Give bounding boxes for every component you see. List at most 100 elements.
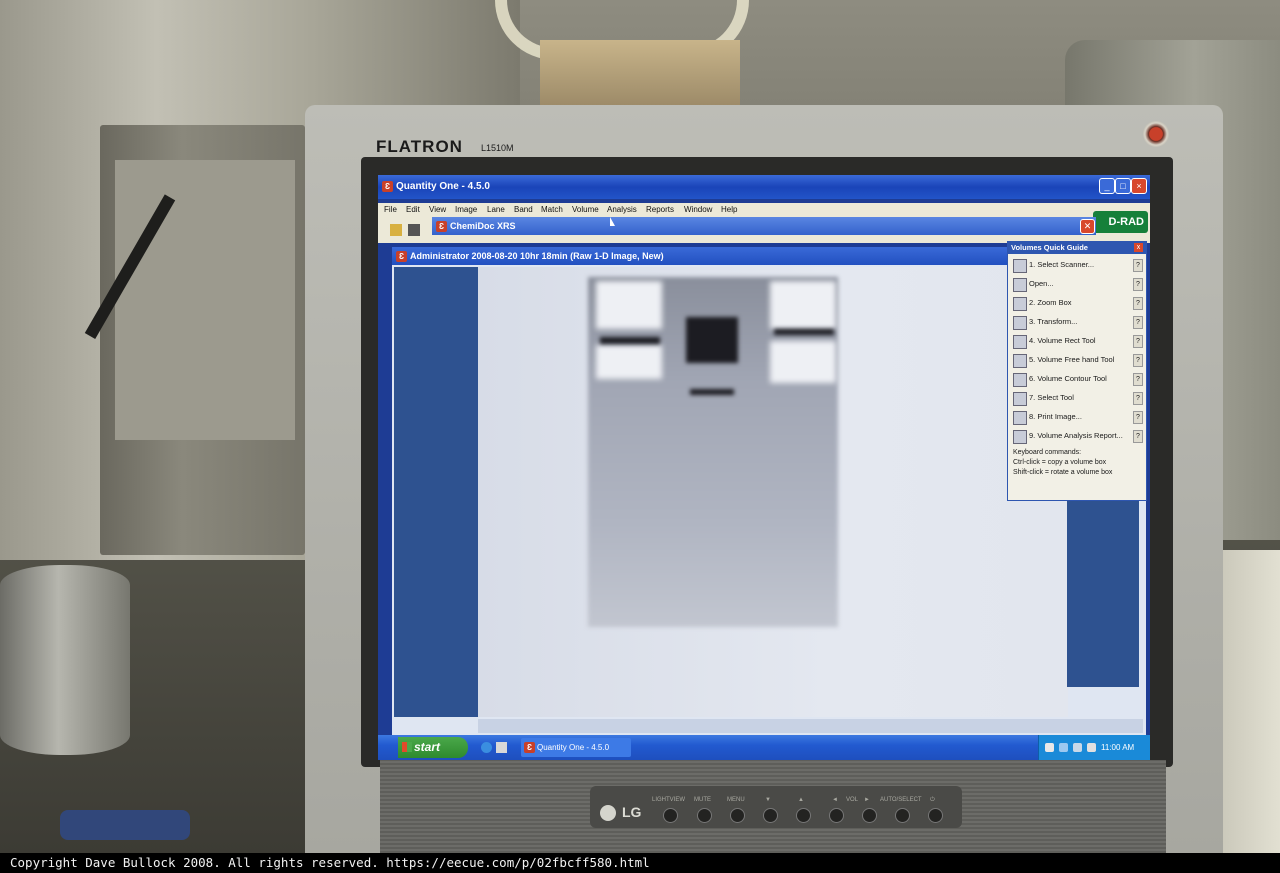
- control-label: LIGHTVIEW: [652, 797, 686, 803]
- maximize-button[interactable]: □: [1115, 178, 1131, 194]
- menu-reports[interactable]: Reports: [646, 205, 674, 214]
- scanner-icon[interactable]: [408, 224, 420, 236]
- menu-view[interactable]: View: [429, 205, 446, 214]
- control-label: ◄: [832, 797, 838, 803]
- help-button[interactable]: ?: [1133, 430, 1143, 443]
- start-button[interactable]: start: [398, 737, 468, 758]
- control-label: ▼: [765, 797, 771, 803]
- report-icon: [1013, 430, 1027, 444]
- help-button[interactable]: ?: [1133, 297, 1143, 310]
- minimize-button[interactable]: _: [1099, 178, 1115, 194]
- menu-volume[interactable]: Volume: [572, 205, 599, 214]
- auto-select-button[interactable]: [895, 808, 910, 823]
- help-button[interactable]: ?: [1133, 354, 1143, 367]
- close-button[interactable]: ×: [1131, 178, 1147, 194]
- quick-guide-item-label: 7. Select Tool: [1029, 393, 1074, 402]
- quick-guide-item[interactable]: Open...?: [1008, 275, 1146, 294]
- quick-guide-item[interactable]: 5. Volume Free hand Tool?: [1008, 351, 1146, 370]
- quick-guide-close-button[interactable]: x: [1134, 243, 1143, 252]
- gel-image-canvas[interactable]: [478, 267, 1068, 717]
- quick-guide-titlebar: Volumes Quick Guide x: [1008, 242, 1146, 254]
- help-button[interactable]: ?: [1133, 392, 1143, 405]
- help-button[interactable]: ?: [1133, 411, 1143, 424]
- quick-guide-item[interactable]: 7. Select Tool?: [1008, 389, 1146, 408]
- lightview-button[interactable]: [663, 808, 678, 823]
- gel-band: [774, 329, 834, 335]
- show-desktop-icon[interactable]: [496, 742, 507, 753]
- quick-guide-item-label: 1. Select Scanner...: [1029, 260, 1095, 269]
- quick-guide-item[interactable]: 6. Volume Contour Tool?: [1008, 370, 1146, 389]
- menu-window[interactable]: Window: [684, 205, 712, 214]
- tray-volume-icon[interactable]: [1073, 743, 1082, 752]
- menu-band[interactable]: Band: [514, 205, 533, 214]
- gel-well: [596, 345, 662, 379]
- tray-help-icon[interactable]: [1045, 743, 1054, 752]
- menu-match[interactable]: Match: [541, 205, 563, 214]
- menu-image[interactable]: Image: [455, 205, 477, 214]
- internet-explorer-icon[interactable]: [481, 742, 492, 753]
- gel-well: [596, 281, 662, 329]
- taskbar-app-label: Quantity One - 4.5.0: [537, 743, 610, 752]
- quick-guide-item[interactable]: 4. Volume Rect Tool?: [1008, 332, 1146, 351]
- chemidoc-logo-icon: Ɛ: [436, 221, 447, 232]
- menu-analysis[interactable]: Analysis: [607, 205, 637, 214]
- mute-button[interactable]: [697, 808, 712, 823]
- image-window-logo-icon: Ɛ: [396, 251, 407, 262]
- down-button[interactable]: [763, 808, 778, 823]
- help-button[interactable]: ?: [1133, 316, 1143, 329]
- scanner-icon: [1013, 259, 1027, 273]
- help-button[interactable]: ?: [1133, 373, 1143, 386]
- copyright-text: Copyright Dave Bullock 2008. All rights …: [10, 855, 650, 870]
- keyboard-command: Ctrl-click = copy a volume box: [1013, 459, 1107, 466]
- gel-band: [600, 337, 660, 344]
- keyboard-command: Shift-click = rotate a volume box: [1013, 469, 1113, 476]
- gas-cylinder: [0, 565, 130, 755]
- menu-file[interactable]: File: [384, 205, 397, 214]
- control-label: AUTO/SELECT: [880, 797, 922, 803]
- system-clock: 11:00 AM: [1101, 743, 1135, 752]
- power-button[interactable]: [928, 808, 943, 823]
- copyright-footer: Copyright Dave Bullock 2008. All rights …: [0, 853, 1280, 873]
- up-button[interactable]: [796, 808, 811, 823]
- menu-button[interactable]: [730, 808, 745, 823]
- right-button[interactable]: [862, 808, 877, 823]
- open-folder-icon[interactable]: [390, 224, 402, 236]
- inspection-badge-icon: [1143, 121, 1169, 147]
- rect-tool-icon: [1013, 335, 1027, 349]
- chemidoc-close-button[interactable]: ✕: [1080, 219, 1095, 234]
- taskbar-app-button[interactable]: Ɛ Quantity One - 4.5.0: [521, 738, 631, 757]
- menu-bar: File Edit View Image Lane Band Match Vol…: [378, 203, 1150, 217]
- quick-guide-title: Volumes Quick Guide: [1011, 243, 1088, 252]
- lg-logo-text: LG: [622, 804, 642, 820]
- left-button[interactable]: [829, 808, 844, 823]
- control-label: VOL: [846, 797, 859, 803]
- menu-help[interactable]: Help: [721, 205, 737, 214]
- monitor-screen: Ɛ Quantity One - 4.5.0 _ □ × File Edit V…: [378, 175, 1150, 760]
- quick-guide-item[interactable]: 1. Select Scanner...?: [1008, 256, 1146, 275]
- help-button[interactable]: ?: [1133, 259, 1143, 272]
- menu-edit[interactable]: Edit: [406, 205, 420, 214]
- taskbar-app-icon: Ɛ: [524, 742, 535, 753]
- freehand-icon: [1013, 354, 1027, 368]
- quick-guide-item[interactable]: 9. Volume Analysis Report...?: [1008, 427, 1146, 446]
- tray-security-icon[interactable]: [1087, 743, 1096, 752]
- quick-guide-item[interactable]: 2. Zoom Box?: [1008, 294, 1146, 313]
- gel-well: [770, 341, 836, 383]
- image-horizontal-scrollbar[interactable]: [478, 719, 1143, 733]
- help-button[interactable]: ?: [1133, 335, 1143, 348]
- system-tray: 11:00 AM: [1038, 735, 1150, 760]
- lg-logo-icon: [600, 805, 616, 821]
- menu-lane[interactable]: Lane: [487, 205, 505, 214]
- control-label: ►: [864, 797, 870, 803]
- quick-guide-item-label: 3. Transform...: [1029, 317, 1078, 326]
- quick-guide-item[interactable]: 8. Print Image...?: [1008, 408, 1146, 427]
- help-button[interactable]: ?: [1133, 278, 1143, 291]
- gel-band: [690, 389, 734, 395]
- print-icon: [1013, 411, 1027, 425]
- app-logo-icon: Ɛ: [382, 181, 393, 192]
- quick-guide-item[interactable]: 3. Transform...?: [1008, 313, 1146, 332]
- image-right-panel: [1067, 487, 1139, 687]
- image-left-panel: [394, 267, 478, 717]
- tray-network-icon[interactable]: [1059, 743, 1068, 752]
- quick-guide-item-label: 6. Volume Contour Tool: [1029, 374, 1107, 383]
